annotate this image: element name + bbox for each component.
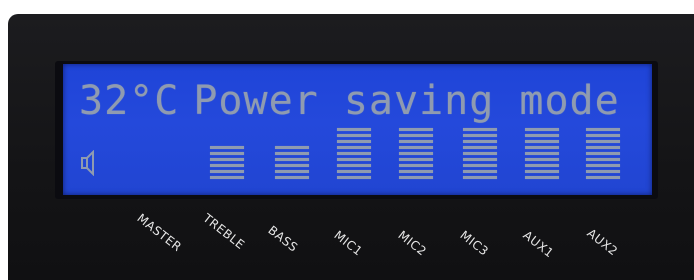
meter-segment: [586, 164, 620, 167]
meter-segment: [463, 164, 497, 167]
meter-segment: [525, 152, 559, 155]
lcd-screen: 32°C Power saving mode: [63, 64, 652, 195]
meter-segment: [337, 140, 371, 143]
status-message: Power saving mode: [193, 78, 620, 124]
meter-bass: [275, 146, 309, 179]
meter-segment: [463, 134, 497, 137]
meter-segment: [399, 164, 433, 167]
meter-segment: [399, 140, 433, 143]
meter-segment: [463, 146, 497, 149]
meter-segment: [210, 158, 244, 161]
meter-segment: [586, 152, 620, 155]
meter-segment: [525, 170, 559, 173]
meter-segment: [275, 170, 309, 173]
meter-segment: [337, 128, 371, 131]
meter-segment: [399, 176, 433, 179]
meter-segment: [399, 158, 433, 161]
meter-segment: [337, 176, 371, 179]
lcd-status-line: 32°C Power saving mode: [79, 73, 620, 129]
meter-treble: [210, 146, 244, 179]
meter-segment: [275, 176, 309, 179]
meter-segment: [463, 128, 497, 131]
meter-segment: [586, 128, 620, 131]
meter-segment: [337, 158, 371, 161]
meter-aux1: [525, 128, 559, 179]
meter-aux2: [586, 128, 620, 179]
meter-segment: [525, 128, 559, 131]
meter-segment: [586, 170, 620, 173]
meter-segment: [463, 170, 497, 173]
meter-segment: [586, 140, 620, 143]
speaker-icon: [81, 150, 94, 176]
meter-segment: [463, 152, 497, 155]
meter-segment: [210, 152, 244, 155]
meter-segment: [399, 152, 433, 155]
meter-mic3: [463, 128, 497, 179]
meter-segment: [525, 134, 559, 137]
meter-segment: [586, 176, 620, 179]
meter-mic1: [337, 128, 371, 179]
meter-segment: [399, 170, 433, 173]
meter-segment: [586, 158, 620, 161]
meter-segment: [275, 164, 309, 167]
meter-segment: [275, 158, 309, 161]
meter-segment: [463, 158, 497, 161]
meter-segment: [525, 158, 559, 161]
meter-segment: [337, 170, 371, 173]
meter-segment: [210, 170, 244, 173]
meter-segment: [337, 164, 371, 167]
meter-segment: [210, 146, 244, 149]
meter-segment: [275, 152, 309, 155]
meter-segment: [210, 176, 244, 179]
meter-segment: [399, 128, 433, 131]
meter-segment: [586, 146, 620, 149]
meter-segment: [525, 164, 559, 167]
meter-segment: [210, 164, 244, 167]
meter-segment: [399, 134, 433, 137]
meter-segment: [586, 134, 620, 137]
meter-segment: [525, 176, 559, 179]
meter-segment: [337, 152, 371, 155]
meter-segment: [463, 140, 497, 143]
meter-segment: [275, 146, 309, 149]
meter-segment: [525, 140, 559, 143]
meter-segment: [525, 146, 559, 149]
meter-mic2: [399, 128, 433, 179]
meter-segment: [337, 146, 371, 149]
meter-segment: [463, 176, 497, 179]
meter-segment: [399, 146, 433, 149]
meter-segment: [337, 134, 371, 137]
temperature-readout: 32°C: [79, 78, 180, 124]
